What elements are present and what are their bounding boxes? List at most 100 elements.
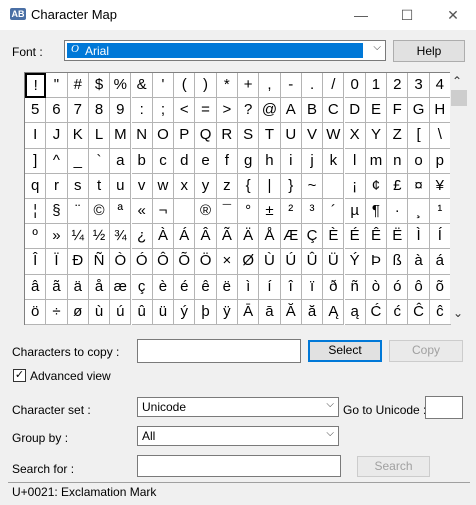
character-cell[interactable]: ý bbox=[174, 299, 196, 325]
character-cell[interactable]: × bbox=[216, 249, 238, 275]
character-cell[interactable]: ª bbox=[110, 199, 132, 225]
character-cell[interactable]: ò bbox=[365, 274, 388, 300]
character-cell[interactable]: þ bbox=[195, 299, 217, 325]
character-cell[interactable]: Ā bbox=[238, 299, 260, 325]
character-cell[interactable]: r bbox=[46, 173, 68, 199]
character-cell[interactable]: ñ bbox=[344, 274, 366, 300]
character-cell[interactable]: Q bbox=[195, 123, 217, 149]
character-cell[interactable]: ï bbox=[301, 274, 324, 300]
character-cell[interactable]: ¤ bbox=[408, 173, 430, 199]
character-cell[interactable]: @ bbox=[259, 98, 281, 124]
character-cell[interactable]: Ć bbox=[365, 299, 388, 325]
character-cell[interactable]: i bbox=[280, 148, 302, 174]
character-cell[interactable]: À bbox=[152, 224, 175, 250]
character-cell[interactable]: û bbox=[131, 299, 153, 325]
character-cell[interactable]: P bbox=[174, 123, 196, 149]
character-cell[interactable]: ¸ bbox=[408, 199, 430, 225]
character-cell[interactable]: [ bbox=[408, 123, 430, 149]
character-cell[interactable]: K bbox=[67, 123, 89, 149]
character-cell[interactable]: ă bbox=[301, 299, 324, 325]
character-cell[interactable]: C bbox=[323, 98, 345, 124]
character-cell[interactable]: ü bbox=[152, 299, 175, 325]
character-cell[interactable]: © bbox=[88, 199, 111, 225]
character-cell[interactable]: S bbox=[238, 123, 260, 149]
character-cell[interactable]: d bbox=[174, 148, 196, 174]
character-cell[interactable]: ' bbox=[152, 73, 175, 99]
character-cell[interactable]: ¶ bbox=[365, 199, 388, 225]
character-cell[interactable]: Ó bbox=[131, 249, 153, 275]
group-by-dropdown[interactable]: All ⌵ bbox=[137, 426, 339, 446]
character-set-dropdown[interactable]: Unicode ⌵ bbox=[137, 397, 339, 417]
character-cell[interactable]: N bbox=[131, 123, 153, 149]
character-cell[interactable]: } bbox=[280, 173, 302, 199]
character-cell[interactable]: µ bbox=[344, 199, 366, 225]
character-cell[interactable]: Ë bbox=[387, 224, 409, 250]
font-dropdown[interactable]: O Arial ⌵ bbox=[64, 40, 386, 61]
character-cell[interactable]: ã bbox=[46, 274, 68, 300]
character-cell[interactable]: Ç bbox=[301, 224, 324, 250]
character-cell[interactable]: â bbox=[25, 274, 47, 300]
character-cell[interactable]: G bbox=[408, 98, 430, 124]
character-cell[interactable]: 9 bbox=[110, 98, 132, 124]
copy-button[interactable]: Copy bbox=[389, 340, 463, 362]
character-cell[interactable]: b bbox=[131, 148, 153, 174]
go-to-unicode-input[interactable] bbox=[425, 396, 463, 419]
close-button[interactable]: ✕ bbox=[430, 0, 476, 30]
character-cell[interactable]: ³ bbox=[301, 199, 324, 225]
character-cell[interactable]: ! bbox=[25, 73, 47, 99]
character-cell[interactable]: Ï bbox=[46, 249, 68, 275]
character-cell[interactable]: ā bbox=[259, 299, 281, 325]
select-button[interactable]: Select bbox=[308, 340, 382, 362]
character-cell[interactable]: z bbox=[216, 173, 238, 199]
character-cell[interactable]: Ä bbox=[238, 224, 260, 250]
character-cell[interactable]: % bbox=[110, 73, 132, 99]
character-cell[interactable]: | bbox=[259, 173, 281, 199]
character-cell[interactable]: ¬ bbox=[152, 199, 175, 225]
character-cell[interactable]: § bbox=[46, 199, 68, 225]
character-cell[interactable]: ¹ bbox=[429, 199, 451, 225]
character-cell[interactable]: a bbox=[110, 148, 132, 174]
character-cell[interactable]: # bbox=[67, 73, 89, 99]
character-cell[interactable]: õ bbox=[429, 274, 451, 300]
character-cell[interactable]: 4 bbox=[429, 73, 451, 99]
character-cell[interactable]: ù bbox=[88, 299, 111, 325]
character-cell[interactable]: Ô bbox=[152, 249, 175, 275]
character-cell[interactable]: ± bbox=[259, 199, 281, 225]
character-cell[interactable]: J bbox=[46, 123, 68, 149]
character-cell[interactable]: 5 bbox=[25, 98, 47, 124]
character-cell[interactable]: Ü bbox=[323, 249, 345, 275]
character-cell[interactable]: ­ bbox=[174, 199, 196, 225]
character-cell[interactable]: ë bbox=[216, 274, 238, 300]
character-cell[interactable]: c bbox=[152, 148, 175, 174]
character-cell[interactable]: 6 bbox=[46, 98, 68, 124]
character-cell[interactable]: Ö bbox=[195, 249, 217, 275]
character-cell[interactable]: I bbox=[25, 123, 47, 149]
character-cell[interactable]: _ bbox=[67, 148, 89, 174]
scrollbar-thumb[interactable] bbox=[451, 90, 467, 106]
character-cell[interactable]: + bbox=[238, 73, 260, 99]
character-cell[interactable]: ° bbox=[238, 199, 260, 225]
character-cell[interactable]: Í bbox=[429, 224, 451, 250]
character-cell[interactable]: ; bbox=[152, 98, 175, 124]
character-cell[interactable]: 0 bbox=[344, 73, 366, 99]
character-cell[interactable]: 3 bbox=[408, 73, 430, 99]
character-cell[interactable]: ß bbox=[387, 249, 409, 275]
help-button[interactable]: Help bbox=[393, 40, 465, 62]
character-cell[interactable]: V bbox=[301, 123, 324, 149]
character-cell[interactable]: Ú bbox=[280, 249, 302, 275]
character-cell[interactable]: p bbox=[429, 148, 451, 174]
character-cell[interactable]: Ð bbox=[67, 249, 89, 275]
character-cell[interactable]: X bbox=[344, 123, 366, 149]
character-cell[interactable]: W bbox=[323, 123, 345, 149]
character-cell[interactable]: ú bbox=[110, 299, 132, 325]
character-cell[interactable]: { bbox=[238, 173, 260, 199]
character-cell[interactable]: ÷ bbox=[46, 299, 68, 325]
character-cell[interactable]: e bbox=[195, 148, 217, 174]
character-cell[interactable]: " bbox=[46, 73, 68, 99]
character-cell[interactable]: : bbox=[131, 98, 153, 124]
character-cell[interactable]: Á bbox=[174, 224, 196, 250]
character-cell[interactable]: Ù bbox=[259, 249, 281, 275]
character-cell[interactable]: T bbox=[259, 123, 281, 149]
character-cell[interactable]: Ã bbox=[216, 224, 238, 250]
character-cell[interactable]: * bbox=[216, 73, 238, 99]
